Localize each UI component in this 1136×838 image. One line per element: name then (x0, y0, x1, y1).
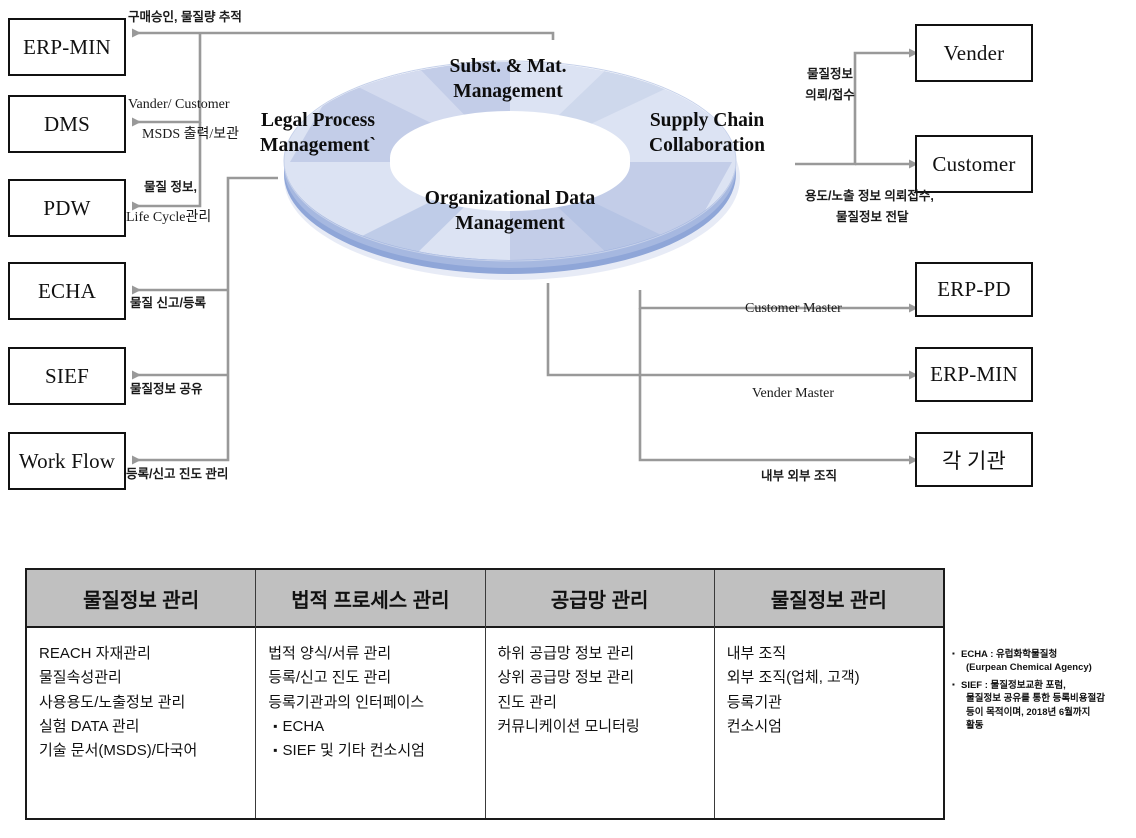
edge-label-usage-exposure-1: 용도/노출 정보 의뢰접수, (805, 189, 934, 203)
edge-label-purchase-approval: 구매승인, 물질량 추적 (128, 10, 242, 24)
capability-table: 물질정보 관리 REACH 자재관리 물질속성관리 사용용도/노출정보 관리 실… (25, 568, 945, 820)
list-item: 커뮤니케이션 모니터링 (497, 717, 640, 735)
table-body-supply-chain-management: 하위 공급망 정보 관리 상위 공급망 정보 관리 진도 관리 커뮤니케이션 모… (486, 628, 714, 818)
list-item: 내부 조직 (726, 645, 787, 662)
list-item: 사용용도/노출정보 관리 (39, 693, 186, 711)
box-erp-pd[interactable]: ERP-PD (915, 262, 1033, 317)
list-item: 등록기관과의 인터페이스 (268, 693, 425, 711)
edge-label-internal-external: 내부 외부 조직 (761, 469, 837, 483)
donut-label-subst-mat: Subst. & Mat. Management (449, 56, 567, 103)
edge-label-msds-print: MSDS 출력/보관 (142, 127, 240, 142)
list-item: 진도 관리 (497, 693, 557, 711)
edge-label-vander-customer: Vander/ Customer (128, 97, 230, 112)
edge-label-substance-info: 물질 정보, (144, 180, 197, 194)
donut-label-org-data: Organizational Data Management (424, 188, 596, 235)
box-erp-min-right[interactable]: ERP-MIN (915, 347, 1033, 402)
list-item: 실험 DATA 관리 (39, 717, 140, 735)
box-pdw[interactable]: PDW (8, 179, 126, 237)
footnote-block: ECHA : 유럽화학물질청 (Eurpean Chemical Agency)… (952, 648, 1132, 737)
box-customer[interactable]: Customer (915, 135, 1033, 193)
list-item: 등록기관 (726, 693, 782, 711)
box-vender[interactable]: Vender (915, 24, 1033, 82)
table-header-material-info-management: 물질정보 관리 (27, 570, 256, 628)
edge-label-registration-progress: 등록/신고 진도 관리 (126, 467, 229, 481)
edge-label-usage-exposure-2: 물질정보 전달 (836, 210, 909, 224)
core-donut-diagram: Subst. & Mat. Management Supply Chain Co… (260, 48, 765, 280)
donut-label-legal-process: Legal Process Management` (260, 110, 376, 157)
footnote-sief: SIEF : 물질정보교환 포럼, 물질정보 공유를 통한 등록비용절감 등이 … (952, 679, 1132, 733)
edge-label-material-info-request-1: 물질정보 (806, 67, 853, 81)
box-sief[interactable]: SIEF (8, 347, 126, 405)
table-header-supply-chain-management: 공급망 관리 (485, 570, 714, 628)
edge-label-material-info-request-2: 의뢰/접수 (805, 88, 855, 102)
table-body-material-info-management: REACH 자재관리 물질속성관리 사용용도/노출정보 관리 실험 DATA 관… (27, 628, 255, 818)
list-item: 하위 공급망 정보 관리 (497, 645, 635, 662)
diagram-canvas: Subst. & Mat. Management Supply Chain Co… (0, 0, 1136, 838)
footnote-echa: ECHA : 유럽화학물질청 (Eurpean Chemical Agency) (952, 648, 1132, 675)
table-body-organization-management: 내부 조직 외부 조직(업체, 고객) 등록기관 컨소시엄 (715, 628, 943, 818)
box-dms[interactable]: DMS (8, 95, 126, 153)
box-erp-min[interactable]: ERP-MIN (8, 18, 126, 76)
list-item: 외부 조직(업체, 고객) (726, 669, 860, 687)
box-echa[interactable]: ECHA (8, 262, 126, 320)
list-item: REACH 자재관리 (39, 645, 151, 662)
list-item: ECHA (268, 715, 484, 739)
table-column-material-info-management: 물질정보 관리 REACH 자재관리 물질속성관리 사용용도/노출정보 관리 실… (27, 570, 257, 818)
edge-label-customer-master: Customer Master (745, 301, 842, 316)
edge-label-substance-report: 물질 신고/등록 (130, 296, 206, 310)
table-column-supply-chain-management: 공급망 관리 하위 공급망 정보 관리 상위 공급망 정보 관리 진도 관리 커… (485, 570, 715, 818)
list-item: 기술 문서(MSDS)/다국어 (39, 742, 198, 760)
table-column-legal-process-management: 법적 프로세스 관리 법적 양식/서류 관리 등록/신고 진도 관리 등록기관과… (256, 570, 486, 818)
list-item: SIEF 및 기타 컨소시엄 (268, 739, 484, 763)
table-header-legal-process-management: 법적 프로세스 관리 (256, 570, 485, 628)
box-work-flow[interactable]: Work Flow (8, 432, 126, 490)
edge-label-life-cycle: Life Cycle관리 (126, 210, 212, 225)
box-agency[interactable]: 각 기관 (915, 432, 1033, 487)
table-body-legal-process-management: 법적 양식/서류 관리 등록/신고 진도 관리 등록기관과의 인터페이스 ECH… (256, 628, 484, 818)
table-column-organization-management: 물질정보 관리 내부 조직 외부 조직(업체, 고객) 등록기관 컨소시엄 (714, 570, 943, 818)
edge-label-vender-master: Vender Master (752, 386, 835, 401)
edge-label-substance-share: 물질정보 공유 (130, 382, 203, 396)
list-item: 상위 공급망 정보 관리 (497, 669, 635, 687)
table-header-organization-management: 물질정보 관리 (714, 570, 943, 628)
list-item: 등록/신고 진도 관리 (268, 669, 392, 687)
list-item: 법적 양식/서류 관리 (268, 645, 392, 662)
donut-label-supply-chain: Supply Chain Collaboration (649, 110, 765, 157)
list-item: 컨소시엄 (726, 717, 782, 735)
list-item: 물질속성관리 (39, 669, 122, 687)
